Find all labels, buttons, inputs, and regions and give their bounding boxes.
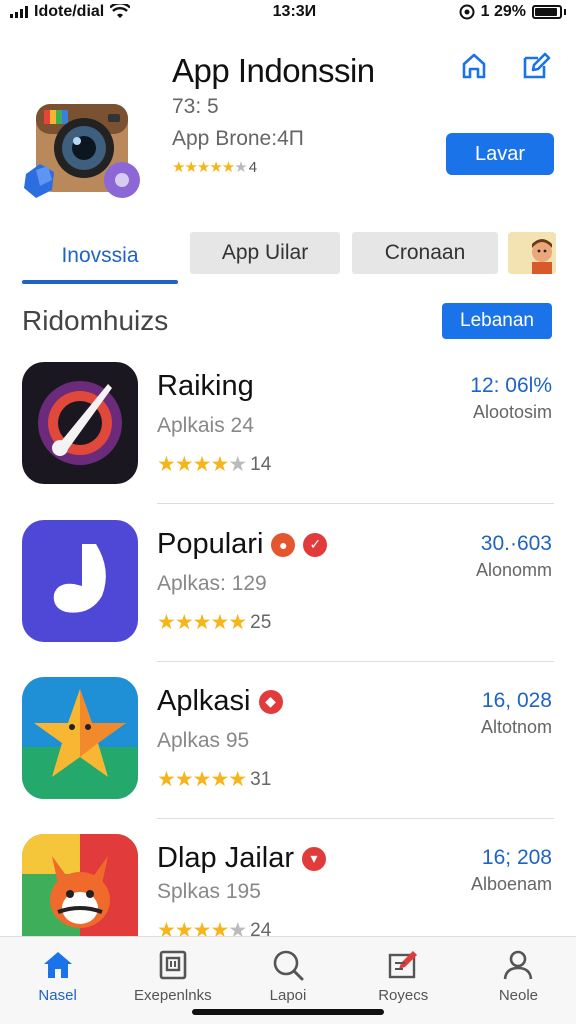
header-actions <box>456 48 554 84</box>
app-icon-ranking[interactable] <box>22 362 138 484</box>
app-category: Splkas 195 <box>157 880 261 903</box>
status-time: 13:3И <box>272 3 317 20</box>
star-rating: ★★★★★ <box>157 611 247 634</box>
carrier-label: Idote/dial <box>34 3 105 20</box>
divider <box>157 818 554 819</box>
app-icon-aplikasi[interactable] <box>22 677 138 799</box>
badge-icon: ▾ <box>302 846 326 871</box>
battery-percent: 1 29% <box>480 3 526 20</box>
signal-icon <box>10 6 28 18</box>
app-stat: 16, 028 <box>481 689 552 712</box>
page-title: App Indonssin <box>172 52 375 89</box>
wifi-icon <box>110 4 131 18</box>
badge-icon: ◆ <box>258 689 283 714</box>
app-stat: 30.·603 <box>480 532 552 555</box>
app-name: Aplkasi ◆ <box>157 685 283 718</box>
section-action-button[interactable]: Lebanan <box>442 303 552 339</box>
tab-bar: Inovssia App Uilar Cronaan <box>0 230 576 286</box>
app-stat-label: Alonomm <box>475 560 552 580</box>
nav-item-profile[interactable]: Neole <box>461 937 576 1024</box>
section-title: Ridomhuizs <box>22 305 169 336</box>
tab-active-indicator <box>22 280 178 284</box>
app-stat: 16; 208 <box>481 846 552 869</box>
app-list-item[interactable]: Populari ● ✓ Aplkas: 129 ★★★★★ 25 30.·60… <box>0 520 576 676</box>
app-name-text: Aplkasi <box>157 685 251 717</box>
app-list-item[interactable]: Aplkasi ◆ Aplkas 95 ★★★★★ 31 16, 028 Alt… <box>0 677 576 833</box>
badge-icon: ● <box>271 532 296 557</box>
header-rating: ★★★★★★ 4 <box>172 158 258 177</box>
tab-0[interactable]: Inovssia <box>22 230 178 282</box>
app-name: Dlap Jailar ▾ <box>157 842 326 875</box>
tab-2[interactable]: Cronaan <box>352 232 498 274</box>
star-rating: ★★★★★ <box>157 768 247 791</box>
app-icon-dlap-jailar[interactable] <box>22 834 138 936</box>
battery-icon <box>531 5 562 19</box>
app-name: Raiking <box>157 370 254 403</box>
app-name-text: Dlap Jailar <box>157 842 294 874</box>
app-category: Aplkais 24 <box>157 414 254 437</box>
app-category: Aplkas: 129 <box>157 572 267 595</box>
home-icon <box>43 952 72 978</box>
star-rating: ★★★★★★ <box>172 159 248 176</box>
divider <box>157 503 554 504</box>
nav-label: Exepenlnks <box>134 987 212 1004</box>
nav-label: Nasel <box>38 987 77 1004</box>
nav-label: Lapoi <box>269 987 307 1004</box>
app-rating: ★★★★★ 31 <box>157 767 271 792</box>
app-rating-count: 31 <box>250 768 272 790</box>
app-icon-popular[interactable] <box>22 520 138 642</box>
app-name-text: Populari <box>157 528 264 560</box>
header-meta-1: 73: 5 <box>172 95 219 118</box>
primary-action-button[interactable]: Lavar <box>446 133 554 175</box>
status-bar: Idote/dial 13:3И 1 29% <box>0 0 576 24</box>
app-stat: 12: 06l% <box>470 374 552 397</box>
app-rating-count: 25 <box>250 611 272 633</box>
app-stat-label: Alboenam <box>470 874 552 894</box>
app-name-text: Raiking <box>157 370 254 402</box>
verified-icon: ✓ <box>303 532 328 557</box>
search-icon <box>273 950 304 981</box>
app-stat-label: Altotnom <box>480 717 552 737</box>
status-right: 1 29% <box>459 3 566 21</box>
library-icon <box>159 950 187 980</box>
compose-icon[interactable] <box>518 48 554 84</box>
nav-label: Neole <box>498 987 539 1004</box>
edit-icon <box>389 951 418 979</box>
app-list-item[interactable]: Raiking Aplkais 24 ★★★★★ 14 12: 06l% Alo… <box>0 362 576 518</box>
status-left: Idote/dial <box>10 3 131 21</box>
tab-1[interactable]: App Uilar <box>190 232 340 274</box>
app-rating-count: 14 <box>250 453 272 475</box>
nav-item-home[interactable]: Nasel <box>0 937 115 1024</box>
app-stat-label: Alootosim <box>472 402 552 422</box>
app-category: Aplkas 95 <box>157 729 250 752</box>
tab-thumbnail[interactable] <box>508 232 556 274</box>
header-meta-2: App Brone:4П <box>172 127 304 150</box>
orientation-lock-icon <box>459 4 475 20</box>
star-rating: ★★★★★ <box>157 453 247 476</box>
app-rating: ★★★★★ 14 <box>157 452 271 477</box>
home-indicator[interactable] <box>192 1009 384 1015</box>
profile-icon <box>504 950 533 980</box>
app-rating: ★★★★★ 25 <box>157 610 271 635</box>
home-outline-icon[interactable] <box>456 48 492 84</box>
featured-app-icon[interactable] <box>22 100 146 204</box>
app-name: Populari ● ✓ <box>157 528 328 561</box>
header-rating-count: 4 <box>248 158 258 176</box>
divider <box>157 661 554 662</box>
nav-label: Royecs <box>378 987 429 1004</box>
